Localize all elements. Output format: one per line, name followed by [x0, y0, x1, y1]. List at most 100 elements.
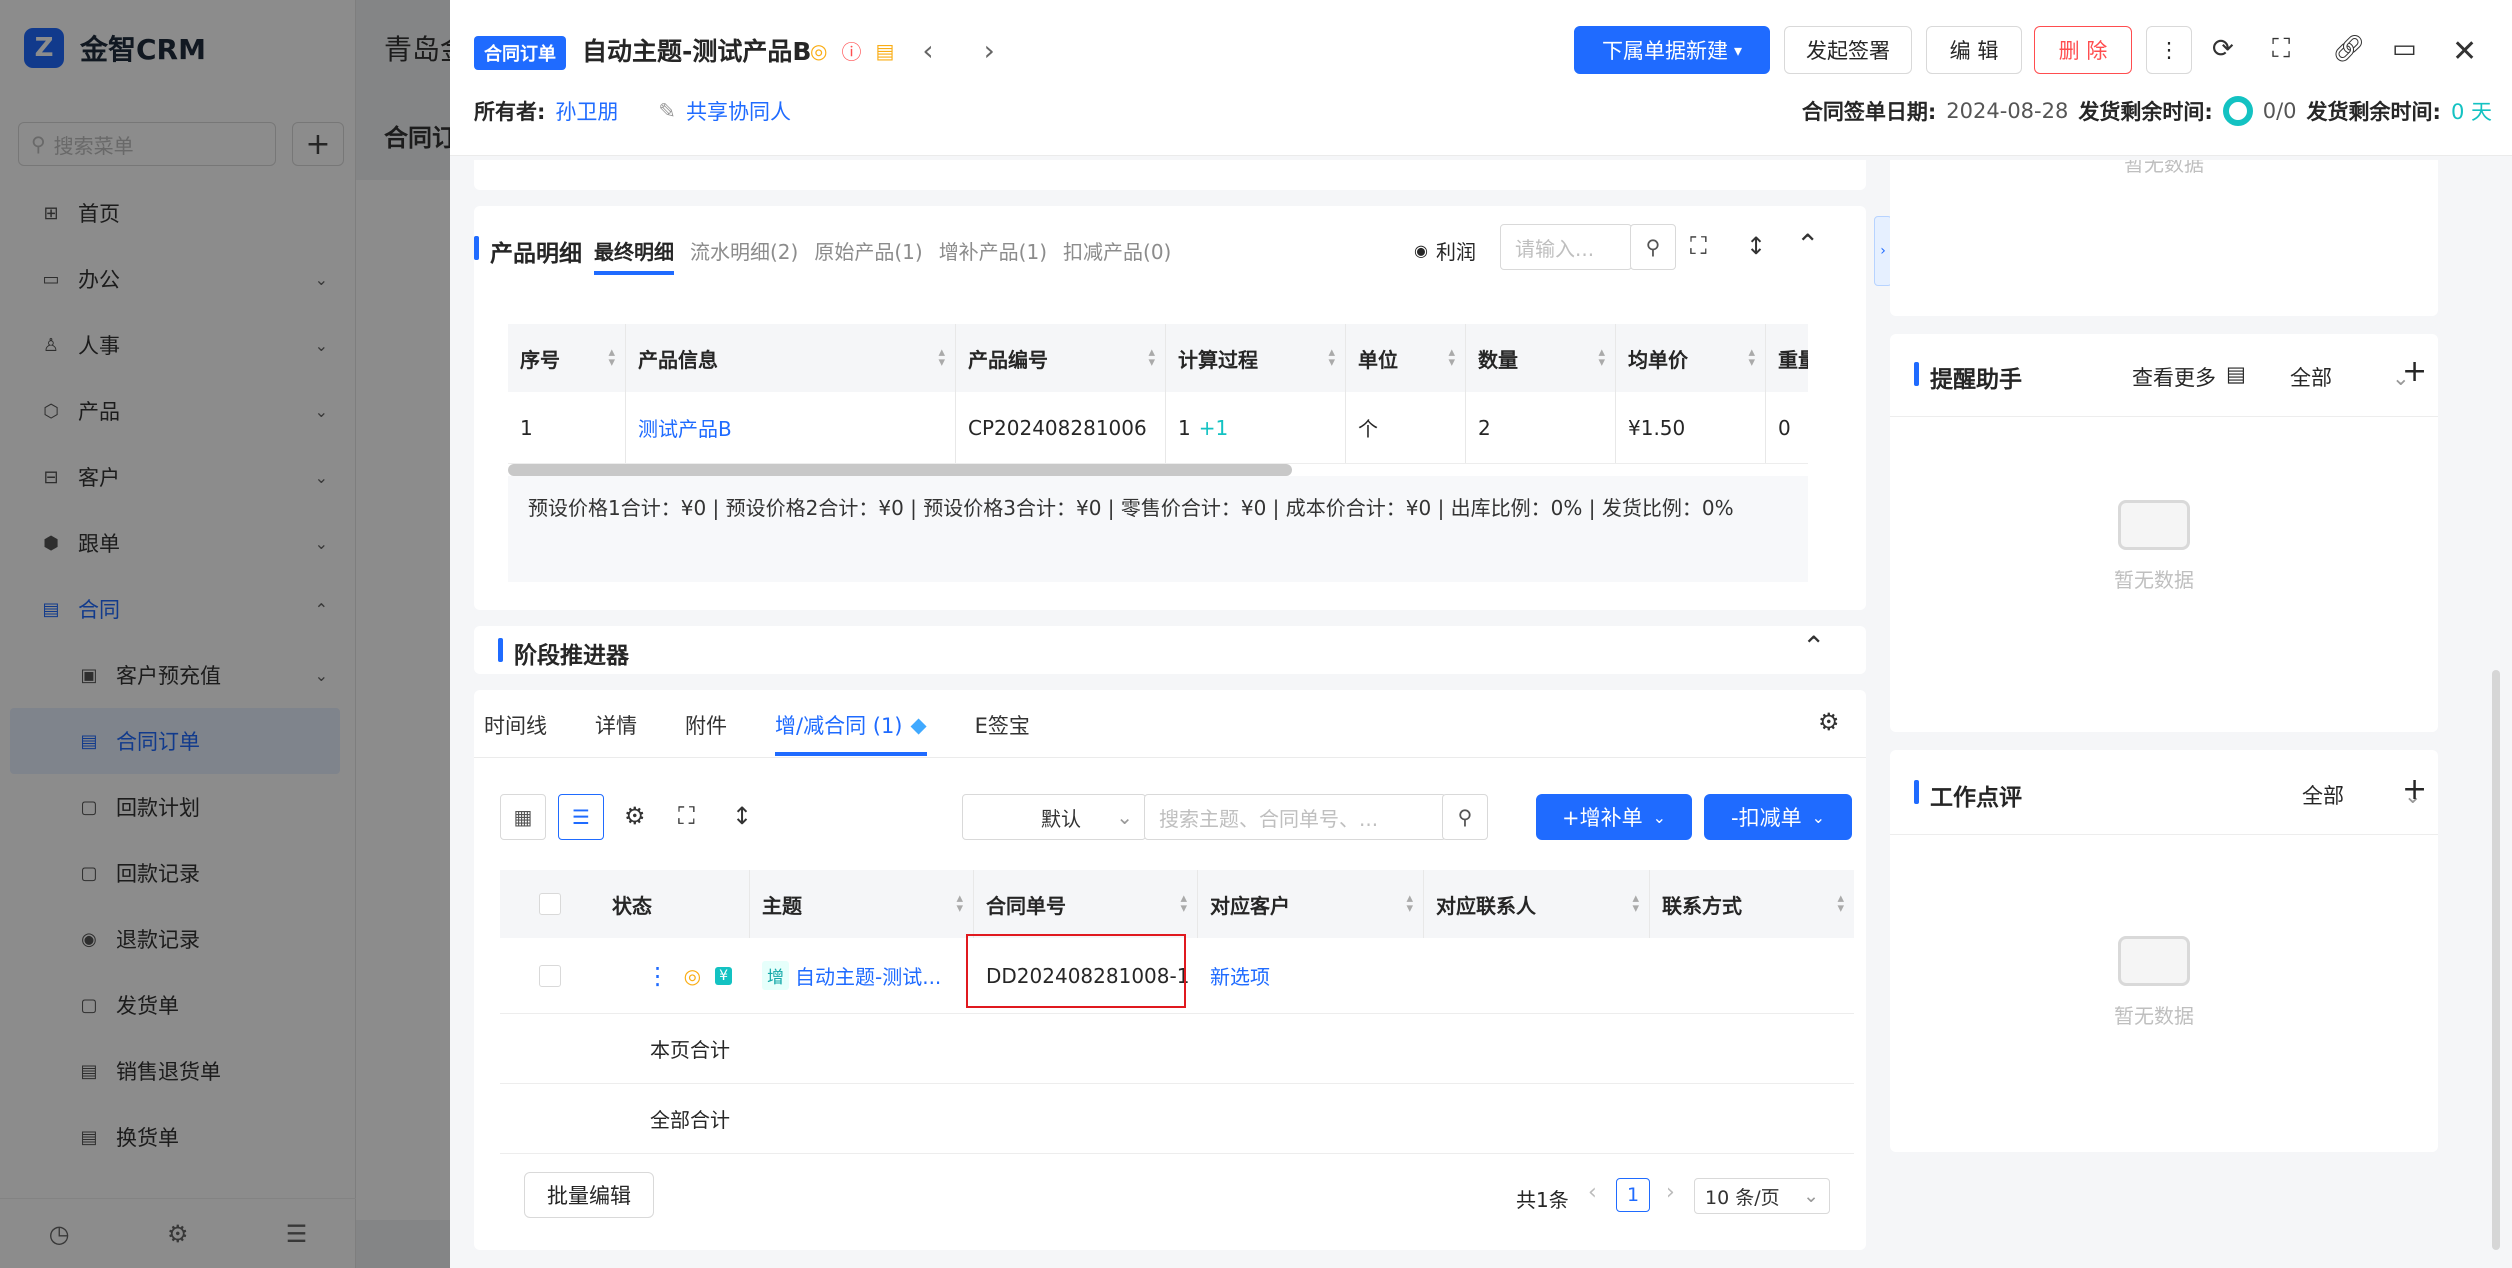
- checkbox[interactable]: [539, 893, 561, 915]
- alert-icon: ⓘ: [841, 40, 862, 64]
- note-icon: ▤: [875, 38, 895, 63]
- related-search-button[interactable]: ⚲: [1442, 794, 1488, 840]
- reminder-filter-select[interactable]: 全部 ⌄: [2290, 362, 2410, 392]
- subordinate-new-button[interactable]: 下属单据新建 ▾: [1574, 26, 1770, 74]
- next-record-icon[interactable]: ›: [984, 34, 995, 67]
- edit-button[interactable]: 编 辑: [1926, 26, 2022, 74]
- book-icon: ▤: [2226, 362, 2246, 386]
- next-page-icon[interactable]: ›: [1666, 1180, 1675, 1205]
- col-header-subject[interactable]: 主题 ▴ ▾: [750, 870, 974, 938]
- add-reminder-icon[interactable]: +: [2402, 354, 2427, 389]
- col-header-quantity[interactable]: 数量 ▴ ▾: [1466, 324, 1616, 392]
- horizontal-scrollbar[interactable]: [508, 464, 1292, 476]
- share-collaborator-link[interactable]: 共享协同人: [686, 96, 791, 126]
- col-header-contract-number[interactable]: 合同单号 ▴ ▾: [974, 870, 1198, 938]
- chevron-down-icon: ⌄: [1811, 807, 1825, 827]
- col-header-contact-info[interactable]: 联系方式 ▴ ▾: [1650, 870, 1854, 938]
- col-header-product-code[interactable]: 产品编号 ▴ ▾: [956, 324, 1166, 392]
- profit-label: 利润: [1435, 240, 1476, 264]
- tab-deduct-product[interactable]: 扣减产品(0): [1063, 236, 1171, 275]
- cell-customer-link[interactable]: 新选项: [1198, 938, 1424, 1013]
- product-search-input[interactable]: 请输入...: [1500, 224, 1632, 270]
- col-header-no[interactable]: 序号 ▴ ▾: [508, 324, 626, 392]
- tab-details[interactable]: 详情: [595, 710, 637, 756]
- add-review-icon[interactable]: +: [2402, 772, 2427, 807]
- tab-esign[interactable]: E签宝: [975, 710, 1030, 756]
- prev-page-icon[interactable]: ‹: [1588, 1180, 1597, 1205]
- column-label: 数量: [1478, 347, 1518, 372]
- batch-edit-button[interactable]: 批量编辑: [524, 1172, 654, 1218]
- presentation-view-button[interactable]: ▦: [500, 794, 546, 840]
- prev-record-icon[interactable]: ‹: [922, 34, 933, 67]
- product-search-button[interactable]: ⚲: [1630, 224, 1676, 270]
- more-actions-button[interactable]: ⋮: [2146, 26, 2192, 74]
- col-header-contact[interactable]: 对应联系人 ▴ ▾: [1424, 870, 1650, 938]
- fullscreen-icon[interactable]: ⛶: [2272, 34, 2290, 65]
- tab-final-detail[interactable]: 最终明细: [594, 236, 674, 275]
- close-icon[interactable]: ✕: [2452, 34, 2477, 69]
- col-header-unit[interactable]: 单位 ▴ ▾: [1346, 324, 1466, 392]
- sort-select[interactable]: 默认 ⌄: [962, 794, 1146, 840]
- row-height-icon[interactable]: ↕: [732, 802, 752, 830]
- tab-original-product[interactable]: 原始产品(1): [814, 236, 922, 275]
- product-search-placeholder: 请输入...: [1515, 236, 1595, 261]
- page-1-button[interactable]: 1: [1616, 1178, 1650, 1212]
- cell-calc-process: 1 +1: [1166, 392, 1346, 463]
- cell-product-code: CP202408281006: [956, 392, 1166, 463]
- owner-name-link[interactable]: 孙卫朋: [555, 96, 618, 126]
- add-deduction-button[interactable]: -扣减单 ⌄: [1704, 794, 1852, 840]
- related-search-input[interactable]: 搜索主题、合同单号、...: [1144, 794, 1446, 840]
- page-size-select[interactable]: 10 条/页 ⌄: [1694, 1178, 1830, 1214]
- tab-attachments[interactable]: 附件: [685, 710, 727, 756]
- tab-addendum-contract[interactable]: 增/减合同 (1) ◆: [775, 710, 927, 756]
- section-accent-bar: [498, 638, 503, 662]
- modal-overlay[interactable]: [0, 0, 450, 1268]
- progress-ring-icon: [2222, 96, 2253, 126]
- cell-product-name-link[interactable]: 测试产品B: [626, 392, 956, 463]
- table-row: 1 测试产品B CP202408281006 1 +1 个 2 ¥1.50 0: [508, 392, 1808, 464]
- refresh-icon[interactable]: ⟳: [2212, 34, 2234, 64]
- col-header-product-info[interactable]: 产品信息 ▴ ▾: [626, 324, 956, 392]
- empty-text: 暂无数据: [2114, 568, 2194, 592]
- fullscreen-icon[interactable]: ⛶: [678, 802, 695, 830]
- vertical-scrollbar[interactable]: [2492, 670, 2500, 1250]
- collapse-up-icon[interactable]: ⌃: [1796, 228, 1819, 261]
- tab-flow-detail[interactable]: 流水明细(2): [690, 236, 798, 275]
- list-view-button[interactable]: ☰: [558, 794, 604, 840]
- add-supplement-button[interactable]: +增补单 ⌄: [1536, 794, 1692, 840]
- tab-supplement-product[interactable]: 增补产品(1): [939, 236, 1047, 275]
- presentation-icon: ▦: [513, 805, 533, 829]
- select-all-checkbox[interactable]: [500, 870, 600, 938]
- tab-timeline[interactable]: 时间线: [484, 710, 547, 756]
- profit-toggle[interactable]: ◉ 利润: [1414, 236, 1476, 265]
- drawer-header: 合同订单 自动主题-测试产品B ◎ ⓘ ▤ ‹ › 所有者: 孙卫朋 ✎ 共享协…: [450, 0, 2512, 156]
- row-checkbox[interactable]: [500, 938, 600, 1013]
- top-right-empty: 暂无数据: [2124, 160, 2204, 176]
- link-icon[interactable]: 🔗︎: [2332, 34, 2365, 64]
- col-header-avg-price[interactable]: 均单价 ▴ ▾: [1616, 324, 1766, 392]
- ship-remain-label-2: 发货剩余时间:: [2306, 100, 2441, 124]
- review-empty-state: 暂无数据: [2114, 936, 2194, 1029]
- col-header-calc-process[interactable]: 计算过程 ▴ ▾: [1166, 324, 1346, 392]
- delete-button[interactable]: 删 除: [2034, 26, 2132, 74]
- view-more-link[interactable]: 查看更多 ▤: [2132, 362, 2246, 392]
- col-header-customer[interactable]: 对应客户 ▴ ▾: [1198, 870, 1424, 938]
- checkbox[interactable]: [539, 964, 561, 987]
- fullscreen-icon[interactable]: ⛶: [1690, 232, 1707, 260]
- row-more-icon[interactable]: ⋮: [646, 962, 670, 990]
- column-label: 均单价: [1628, 347, 1688, 372]
- subject-link[interactable]: 自动主题-测试...: [795, 961, 941, 990]
- initiate-sign-button[interactable]: 发起签署: [1784, 26, 1912, 74]
- col-header-status[interactable]: 状态: [600, 870, 750, 938]
- reminder-assistant-card: 提醒助手 查看更多 ▤ 全部 ⌄ + 暂无数据: [1890, 334, 2438, 732]
- row-height-icon[interactable]: ↕: [1746, 232, 1766, 260]
- col-header-weight[interactable]: 重量: [1766, 324, 1808, 392]
- settings-gear-icon[interactable]: ⚙: [1818, 708, 1840, 736]
- ship-days-value: 0 天: [2450, 100, 2492, 124]
- column-label: 对应客户: [1210, 893, 1290, 918]
- laptop-icon[interactable]: ▭: [2392, 34, 2417, 64]
- column-settings-icon[interactable]: ⚙: [624, 802, 646, 830]
- sort-icon: ▴ ▾: [1748, 345, 1755, 370]
- product-section-title: 产品明细: [490, 241, 582, 267]
- collapse-up-icon[interactable]: ⌃: [1802, 630, 1825, 663]
